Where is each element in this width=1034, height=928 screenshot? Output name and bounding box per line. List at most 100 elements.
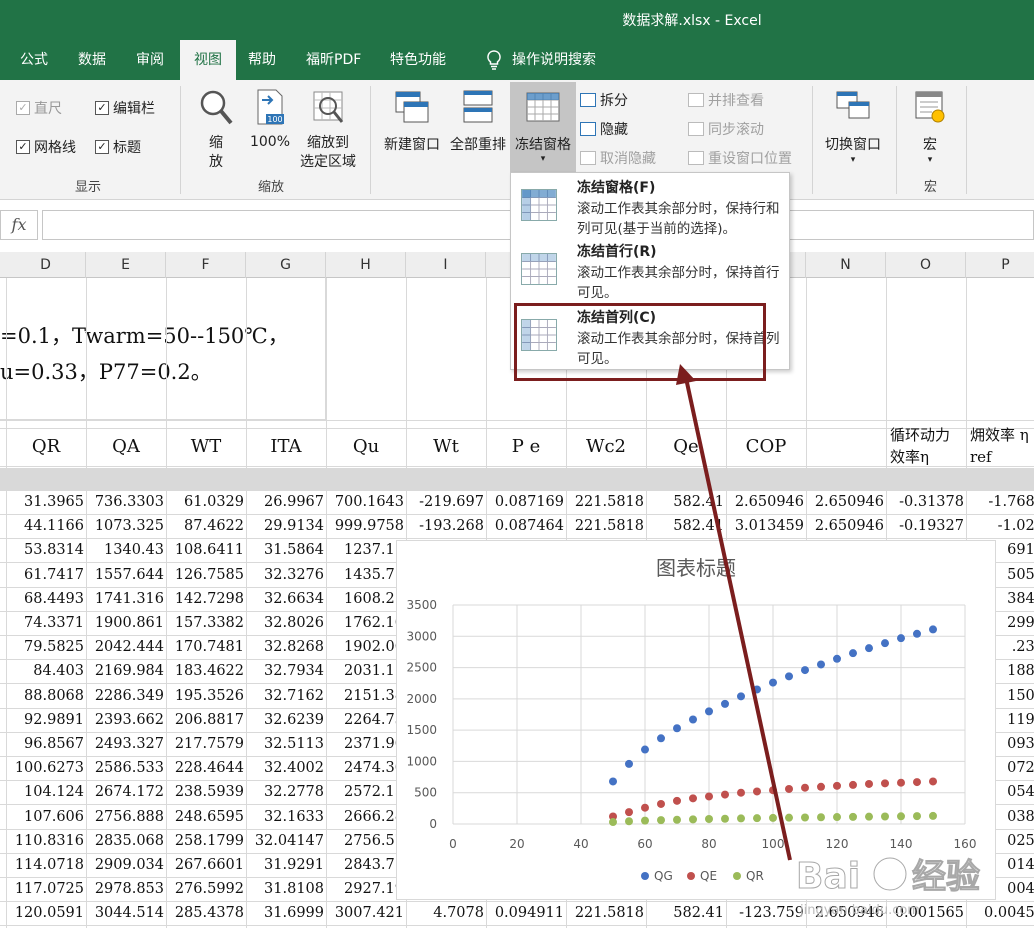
table-cell[interactable]: 32.1633 [246, 805, 326, 829]
table-cell[interactable]: 1902.00 [326, 635, 406, 659]
table-cell[interactable]: 2756.888 [86, 805, 166, 829]
table-cell[interactable]: 248.6595 [166, 805, 246, 829]
table-cell[interactable]: 1900.861 [86, 611, 166, 635]
table-cell[interactable]: 88.8068 [6, 684, 86, 708]
table-cell[interactable]: 1557.644 [86, 563, 166, 587]
table-cell[interactable]: 1741.316 [86, 587, 166, 611]
table-cell[interactable]: 44.1166 [6, 514, 86, 538]
table-cell[interactable]: 2.650946 [726, 490, 806, 514]
table-cell[interactable]: 53.8314 [6, 538, 86, 562]
table-cell[interactable]: 2.650946 [806, 490, 886, 514]
table-cell[interactable]: 221.5818 [566, 490, 646, 514]
table-cell[interactable]: 142.7298 [166, 587, 246, 611]
tab-special[interactable]: 特色功能 [380, 40, 456, 80]
table-cell[interactable]: 2978.853 [86, 877, 166, 901]
table-cell[interactable]: 217.7579 [166, 732, 246, 756]
table-cell[interactable]: 267.6601 [166, 853, 246, 877]
table-cell[interactable]: 3007.421 [326, 901, 406, 925]
header-cell[interactable]: QR [6, 428, 86, 466]
column-header[interactable]: E [86, 252, 166, 278]
table-cell[interactable]: 157.3382 [166, 611, 246, 635]
formula-bar-checkbox[interactable]: ✓ 编辑栏 [95, 98, 155, 118]
table-cell[interactable]: 61.0329 [166, 490, 246, 514]
tab-data[interactable]: 数据 [68, 40, 116, 80]
column-header[interactable]: I [406, 252, 486, 278]
table-cell[interactable]: 117.0725 [6, 877, 86, 901]
table-cell[interactable]: 0.087169 [486, 490, 566, 514]
header-cell[interactable]: Wt [406, 428, 486, 466]
tab-review[interactable]: 审阅 [126, 40, 174, 80]
table-cell[interactable]: 1762.16 [326, 611, 406, 635]
header-cell[interactable]: WT [166, 428, 246, 466]
column-header[interactable]: G [246, 252, 326, 278]
table-cell[interactable]: 2835.068 [86, 829, 166, 853]
table-cell[interactable]: 2909.034 [86, 853, 166, 877]
table-cell[interactable]: -193.268 [406, 514, 486, 538]
table-cell[interactable]: -1.020 [966, 514, 1034, 538]
table-cell[interactable]: 999.9758 [326, 514, 406, 538]
tab-formulas[interactable]: 公式 [10, 40, 58, 80]
menu-item-freeze-panes[interactable]: 冻结窗格(F) 滚动工作表其余部分时，保持行和列可见(基于当前的选择)。 [511, 175, 789, 239]
table-cell[interactable]: 2169.984 [86, 659, 166, 683]
table-cell[interactable]: 221.5818 [566, 901, 646, 925]
table-cell[interactable]: 228.4644 [166, 756, 246, 780]
reset-position-button[interactable]: 重设窗口位置 [688, 148, 792, 168]
table-cell[interactable]: 1608.21 [326, 587, 406, 611]
tab-foxit-pdf[interactable]: 福昕PDF [296, 40, 371, 80]
table-cell[interactable]: 2674.172 [86, 780, 166, 804]
table-cell[interactable]: 32.6239 [246, 708, 326, 732]
table-cell[interactable]: 2264.73 [326, 708, 406, 732]
table-cell[interactable]: 31.8108 [246, 877, 326, 901]
table-cell[interactable]: 31.6999 [246, 901, 326, 925]
header-cell[interactable]: Qu [326, 428, 406, 466]
column-header[interactable]: O [886, 252, 966, 278]
header-cell[interactable]: 㶲效率 η ref [966, 424, 1034, 468]
header-cell[interactable]: ITA [246, 428, 326, 466]
table-cell[interactable]: 2286.349 [86, 684, 166, 708]
column-header[interactable]: H [326, 252, 406, 278]
table-cell[interactable]: 2927.19 [326, 877, 406, 901]
table-cell[interactable]: 29.9134 [246, 514, 326, 538]
table-cell[interactable]: -0.31378 [886, 490, 966, 514]
header-cell[interactable]: 循环动力 效率η [886, 424, 966, 468]
table-cell[interactable]: 2474.36 [326, 756, 406, 780]
header-cell[interactable]: Wc2 [566, 428, 646, 466]
table-cell[interactable]: 0.094911 [486, 901, 566, 925]
table-cell[interactable]: 32.5113 [246, 732, 326, 756]
zoom-100-button[interactable]: 100 100% [248, 88, 292, 150]
tab-help[interactable]: 帮助 [238, 40, 286, 80]
table-cell[interactable]: 195.3526 [166, 684, 246, 708]
split-button[interactable]: 拆分 [580, 90, 628, 110]
table-cell[interactable]: 3.013459 [726, 514, 806, 538]
arrange-all-button[interactable]: 全部重排 [446, 88, 510, 154]
table-cell[interactable]: 2031.11 [326, 659, 406, 683]
column-header[interactable]: N [806, 252, 886, 278]
header-cell[interactable] [806, 428, 886, 466]
table-cell[interactable]: 31.3965 [6, 490, 86, 514]
table-cell[interactable]: 32.6634 [246, 587, 326, 611]
table-cell[interactable]: 1435.71 [326, 563, 406, 587]
table-cell[interactable]: 285.4378 [166, 901, 246, 925]
macros-button[interactable]: 宏 ▾ [908, 88, 952, 166]
table-cell[interactable]: 2151.38 [326, 684, 406, 708]
column-header[interactable]: P [966, 252, 1034, 278]
table-cell[interactable]: 276.5992 [166, 877, 246, 901]
table-cell[interactable]: 2042.444 [86, 635, 166, 659]
table-cell[interactable]: 2493.327 [86, 732, 166, 756]
table-cell[interactable]: 2.650946 [806, 514, 886, 538]
table-cell[interactable]: 1340.43 [86, 538, 166, 562]
table-cell[interactable]: 104.124 [6, 780, 86, 804]
table-cell[interactable]: 32.7934 [246, 659, 326, 683]
table-cell[interactable]: 126.7585 [166, 563, 246, 587]
table-cell[interactable]: 31.9291 [246, 853, 326, 877]
table-cell[interactable]: 32.4002 [246, 756, 326, 780]
header-cell[interactable]: COP [726, 428, 806, 466]
table-cell[interactable]: 2371.96 [326, 732, 406, 756]
header-cell[interactable]: P e [486, 428, 566, 466]
tab-view[interactable]: 视图 [180, 40, 236, 80]
table-cell[interactable]: 31.5864 [246, 538, 326, 562]
zoom-button[interactable]: 缩 放 [196, 88, 236, 172]
table-cell[interactable]: 32.8026 [246, 611, 326, 635]
table-cell[interactable]: 2393.662 [86, 708, 166, 732]
table-cell[interactable]: 221.5818 [566, 514, 646, 538]
